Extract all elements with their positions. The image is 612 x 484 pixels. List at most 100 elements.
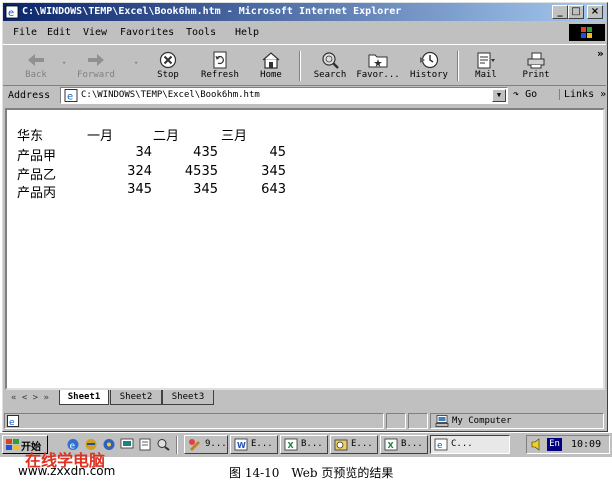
clock[interactable]: 10:09 [571, 439, 601, 450]
task-label: B... [301, 439, 323, 449]
table-cell: 324 [127, 164, 152, 179]
printer-icon [527, 52, 545, 69]
search-icon [322, 52, 339, 69]
tab-sheet2[interactable]: Sheet2 [110, 390, 162, 405]
home-icon [262, 52, 280, 69]
status-main-pane: e [4, 413, 384, 429]
table-cell: 45 [269, 145, 286, 160]
language-indicator[interactable]: En [547, 438, 562, 451]
go-label: Go [525, 89, 538, 100]
table-cell: 643 [261, 182, 286, 197]
address-input[interactable]: e C:\WINDOWS\TEMP\Excel\Book6hm.htm ▼ [60, 87, 508, 104]
table-cell: 345 [193, 182, 218, 197]
menu-help[interactable]: Help [235, 27, 259, 38]
status-pane [408, 413, 428, 429]
history-button[interactable]: History [404, 51, 454, 83]
row-label: 产品甲 [17, 149, 57, 164]
menu-favorites[interactable]: Favorites [120, 27, 174, 38]
maximize-button[interactable]: □ [568, 5, 584, 19]
svg-text:W: W [237, 441, 246, 450]
menu-edit[interactable]: Edit [47, 27, 71, 38]
tab-sheet3[interactable]: Sheet3 [162, 390, 214, 405]
sheet-nav-arrows[interactable]: « < > » [11, 393, 49, 403]
sheet-tabs-bar: « < > » Sheet1 Sheet2 Sheet3 [5, 390, 605, 408]
mail-button[interactable]: Mail [461, 51, 511, 83]
svg-text:e: e [8, 8, 14, 19]
notepad-quicklaunch-icon[interactable] [138, 438, 152, 451]
table-cell: 34 [135, 145, 152, 160]
task-label: E... [251, 439, 273, 449]
home-button[interactable]: Home [246, 51, 296, 83]
task-button[interactable]: W E... [230, 435, 278, 454]
desktop-quicklaunch-icon[interactable] [120, 438, 134, 451]
search-quicklaunch-icon[interactable] [156, 438, 170, 451]
speaker-icon[interactable] [530, 438, 544, 451]
header-month-1: 一月 [87, 129, 114, 144]
back-dropdown-icon[interactable]: ▾ [62, 59, 66, 67]
address-url: C:\WINDOWS\TEMP\Excel\Book6hm.htm [81, 90, 260, 100]
forward-label: Forward [77, 70, 115, 80]
task-button[interactable]: E... [330, 435, 378, 454]
status-pane [386, 413, 406, 429]
favorites-button[interactable]: Favor... [353, 51, 403, 83]
svg-text:X: X [388, 441, 395, 450]
table-cell: 4535 [184, 164, 218, 179]
search-label: Search [313, 70, 347, 80]
title-bar[interactable]: e C:\WINDOWS\TEMP\Excel\Book6hm.htm - Mi… [3, 3, 606, 21]
ie-page-icon: e [5, 5, 19, 19]
stop-button[interactable]: Stop [143, 51, 193, 83]
menu-file[interactable]: File [13, 27, 37, 38]
stop-label: Stop [157, 70, 179, 80]
excel-icon: X [384, 438, 398, 451]
mail-icon [477, 52, 495, 69]
figure-caption: 图 14-10 Web 页预览的结果 [229, 466, 394, 480]
my-computer-icon [435, 415, 449, 427]
stop-icon [159, 51, 177, 69]
task-label: B... [401, 439, 423, 449]
print-button[interactable]: Print [511, 51, 561, 83]
paint-icon [189, 439, 200, 451]
system-tray: En 10:09 [526, 435, 610, 454]
page-status-icon: e [7, 415, 19, 427]
task-button[interactable]: X B... [380, 435, 428, 454]
task-button-active[interactable]: e C... [430, 435, 510, 454]
print-label: Print [522, 70, 550, 80]
zone-label: My Computer [452, 416, 512, 426]
status-zone-pane: My Computer [430, 413, 604, 429]
taskbar-separator [176, 436, 178, 454]
back-label: Back [25, 70, 47, 80]
links-button[interactable]: Links » [559, 89, 606, 100]
ie-page-icon: e [64, 89, 78, 102]
menu-view[interactable]: View [83, 27, 107, 38]
toolbar-more-chevron-icon[interactable]: » [597, 47, 604, 60]
address-dropdown-icon[interactable]: ▼ [492, 89, 506, 102]
forward-button[interactable]: Forward [71, 51, 121, 83]
close-button[interactable]: × [587, 5, 603, 19]
history-label: History [410, 70, 448, 80]
search-button[interactable]: Search [305, 51, 355, 83]
forward-arrow-icon [88, 54, 104, 66]
row-label: 产品乙 [17, 168, 57, 183]
refresh-label: Refresh [201, 70, 239, 80]
refresh-button[interactable]: Refresh [195, 51, 245, 83]
toolbar-separator [457, 51, 459, 81]
excel-icon: X [284, 438, 298, 451]
task-button[interactable]: X B... [280, 435, 328, 454]
watermark-url: www.zxxdn.com [18, 464, 116, 478]
svg-text:e: e [9, 418, 15, 427]
back-button[interactable]: Back [11, 51, 61, 83]
standard-toolbar: Back ▾ Forward ▾ Stop Refresh Home Searc… [3, 44, 606, 86]
table-cell: 345 [127, 182, 152, 197]
forward-dropdown-icon[interactable]: ▾ [134, 59, 138, 67]
task-button[interactable]: 9... [184, 435, 228, 454]
svg-text:e: e [437, 441, 443, 451]
header-month-3: 三月 [221, 129, 248, 144]
header-month-2: 二月 [153, 129, 180, 144]
task-label: C... [451, 439, 473, 449]
tab-sheet1[interactable]: Sheet1 [59, 390, 109, 405]
page-content: 华东 一月 二月 三月 产品甲 34 435 45 产品乙 324 4535 3… [5, 108, 605, 390]
minimize-button[interactable]: _ [552, 5, 568, 19]
go-button[interactable]: ↷ Go [513, 89, 537, 100]
windows-logo-icon [6, 439, 19, 450]
menu-tools[interactable]: Tools [186, 27, 216, 38]
